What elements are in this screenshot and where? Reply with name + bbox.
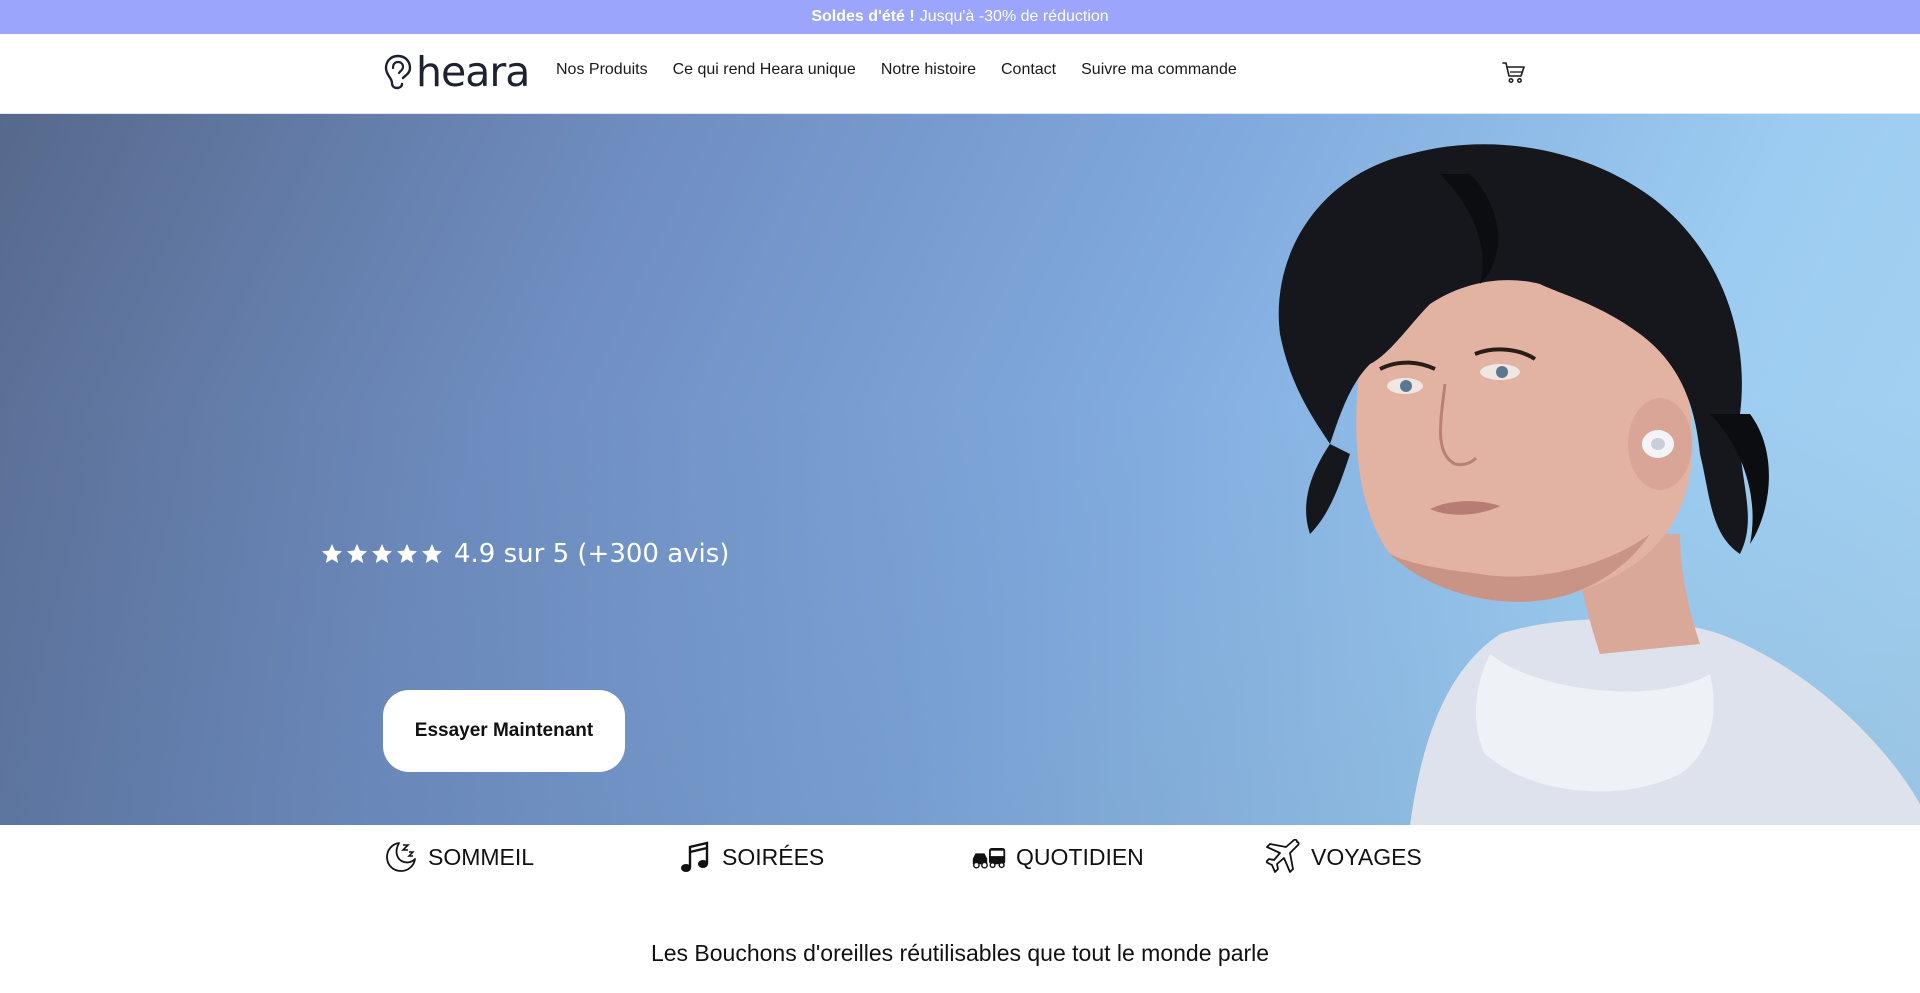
logo-text: heara [416,47,530,96]
star-icon [322,544,342,563]
rating-stars [320,542,444,566]
star-icon [422,544,442,563]
announcement-highlight: Soldes d'été ! [811,8,915,25]
announcement-text: Jusqu'à -30% de réduction [919,8,1109,25]
hero-portrait-image [1278,144,1920,825]
site-header: heara Nos Produits Ce qui rend Heara uni… [0,34,1920,114]
category-travel[interactable]: VOYAGES [1266,839,1422,875]
music-notes-icon [681,841,709,872]
star-icon [347,544,367,563]
nav-link-unique[interactable]: Ce qui rend Heara unique [673,60,856,80]
airplane-icon [1266,839,1300,873]
category-label: QUOTIDIEN [1016,843,1144,870]
category-label: VOYAGES [1311,843,1422,870]
category-daily[interactable]: QUOTIDIEN [971,839,1144,875]
try-now-button[interactable]: Essayer Maintenant [383,690,625,772]
nav-link-story[interactable]: Notre histoire [881,60,976,80]
logo[interactable]: heara [384,47,530,96]
rating-text: 4.9 sur 5 (+300 avis) [454,539,730,569]
category-parties[interactable]: SOIRÉES [677,839,824,875]
ear-logo-icon [384,54,412,90]
main-nav: Nos Produits Ce qui rend Heara unique No… [556,60,1237,80]
cart-icon[interactable] [1502,60,1526,84]
moon-sleep-icon [386,842,416,872]
nav-link-track-order[interactable]: Suivre ma commande [1081,60,1237,80]
car-bus-icon [972,848,1006,869]
category-bar: SOMMEIL SOIRÉES QUOTIDIEN VOYAGES [0,825,1920,889]
category-sleep[interactable]: SOMMEIL [383,839,534,875]
section-heading: Les Bouchons d'oreilles réutilisables qu… [650,940,1270,966]
category-label: SOMMEIL [428,843,535,870]
rating-summary: 4.9 sur 5 (+300 avis) [320,539,729,569]
announcement-bar: Soldes d'été ! Jusqu'à -30% de réduction [0,0,1920,34]
hero-banner: 4.9 sur 5 (+300 avis) Essayer Maintenant [0,114,1920,825]
nav-link-contact[interactable]: Contact [1001,60,1056,80]
nav-link-products[interactable]: Nos Produits [556,60,648,80]
star-icon [372,544,392,563]
star-icon [397,544,417,563]
category-label: SOIRÉES [722,843,825,870]
